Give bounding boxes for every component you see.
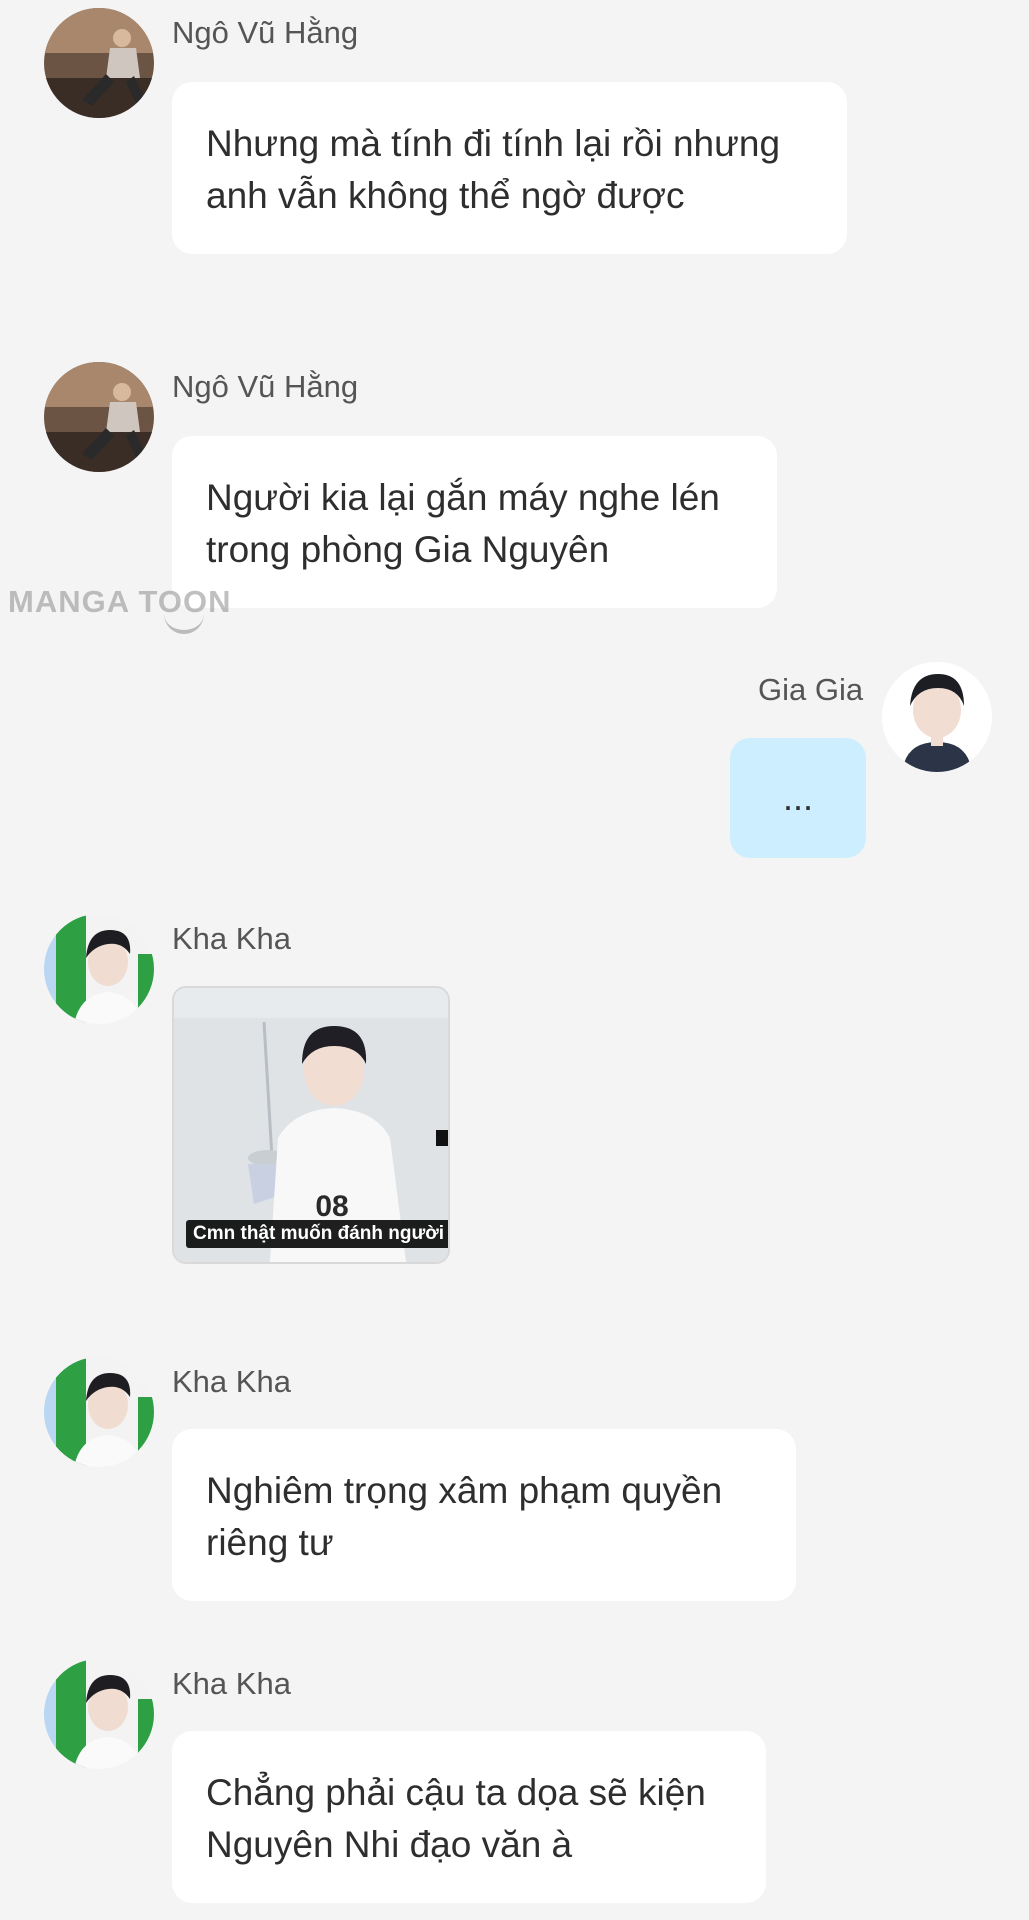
message-text-line: trong phòng Gia Nguyên (206, 529, 610, 570)
sender-name: Gia Gia (758, 672, 864, 707)
message-text-line: Nguyên Nhi đạo văn à (206, 1824, 573, 1865)
sender-name: Ngô Vũ Hằng (172, 15, 359, 50)
sender-name: Ngô Vũ Hằng (172, 369, 359, 404)
message-text-line: anh vẫn không thể ngờ được (206, 175, 685, 216)
person-photo-avatar-icon (44, 1659, 154, 1769)
person-photo-avatar-icon (44, 914, 154, 1024)
message-bubble[interactable]: Người kia lại gắn máy nghe lén trong phò… (172, 436, 777, 608)
person-photo-avatar-icon (44, 8, 154, 118)
svg-text:08: 08 (315, 1190, 348, 1223)
avatar[interactable] (44, 914, 154, 1024)
sender-name: Kha Kha (172, 921, 291, 956)
avatar[interactable] (44, 362, 154, 472)
sender-name: Kha Kha (172, 1364, 291, 1399)
message-text-line: Chẳng phải cậu ta dọa sẽ kiện (206, 1772, 706, 1813)
image-message[interactable]: 08 Cmn thật muốn đánh người (172, 986, 450, 1264)
message-text-line: Người kia lại gắn máy nghe lén (206, 477, 720, 518)
person-photo-avatar-icon (882, 662, 992, 772)
person-photo-avatar-icon (44, 362, 154, 472)
message-text-line: riêng tư (206, 1522, 334, 1563)
avatar[interactable] (44, 1357, 154, 1467)
avatar[interactable] (44, 8, 154, 118)
message-bubble[interactable]: Nghiêm trọng xâm phạm quyền riêng tư (172, 1429, 796, 1601)
message-text-line: Nghiêm trọng xâm phạm quyền (206, 1470, 723, 1511)
message-bubble[interactable]: Chẳng phải cậu ta dọa sẽ kiện Nguyên Nhi… (172, 1731, 766, 1903)
sender-name: Kha Kha (172, 1666, 291, 1701)
message-bubble-self[interactable]: ... (730, 738, 866, 858)
message-text-line: Nhưng mà tính đi tính lại rồi nhưng (206, 123, 781, 164)
image-caption: Cmn thật muốn đánh người (186, 1220, 448, 1248)
avatar[interactable] (882, 662, 992, 772)
message-bubble[interactable]: Nhưng mà tính đi tính lại rồi nhưng anh … (172, 82, 847, 254)
watermark-smile-icon (164, 610, 204, 634)
person-photo-avatar-icon (44, 1357, 154, 1467)
avatar[interactable] (44, 1659, 154, 1769)
